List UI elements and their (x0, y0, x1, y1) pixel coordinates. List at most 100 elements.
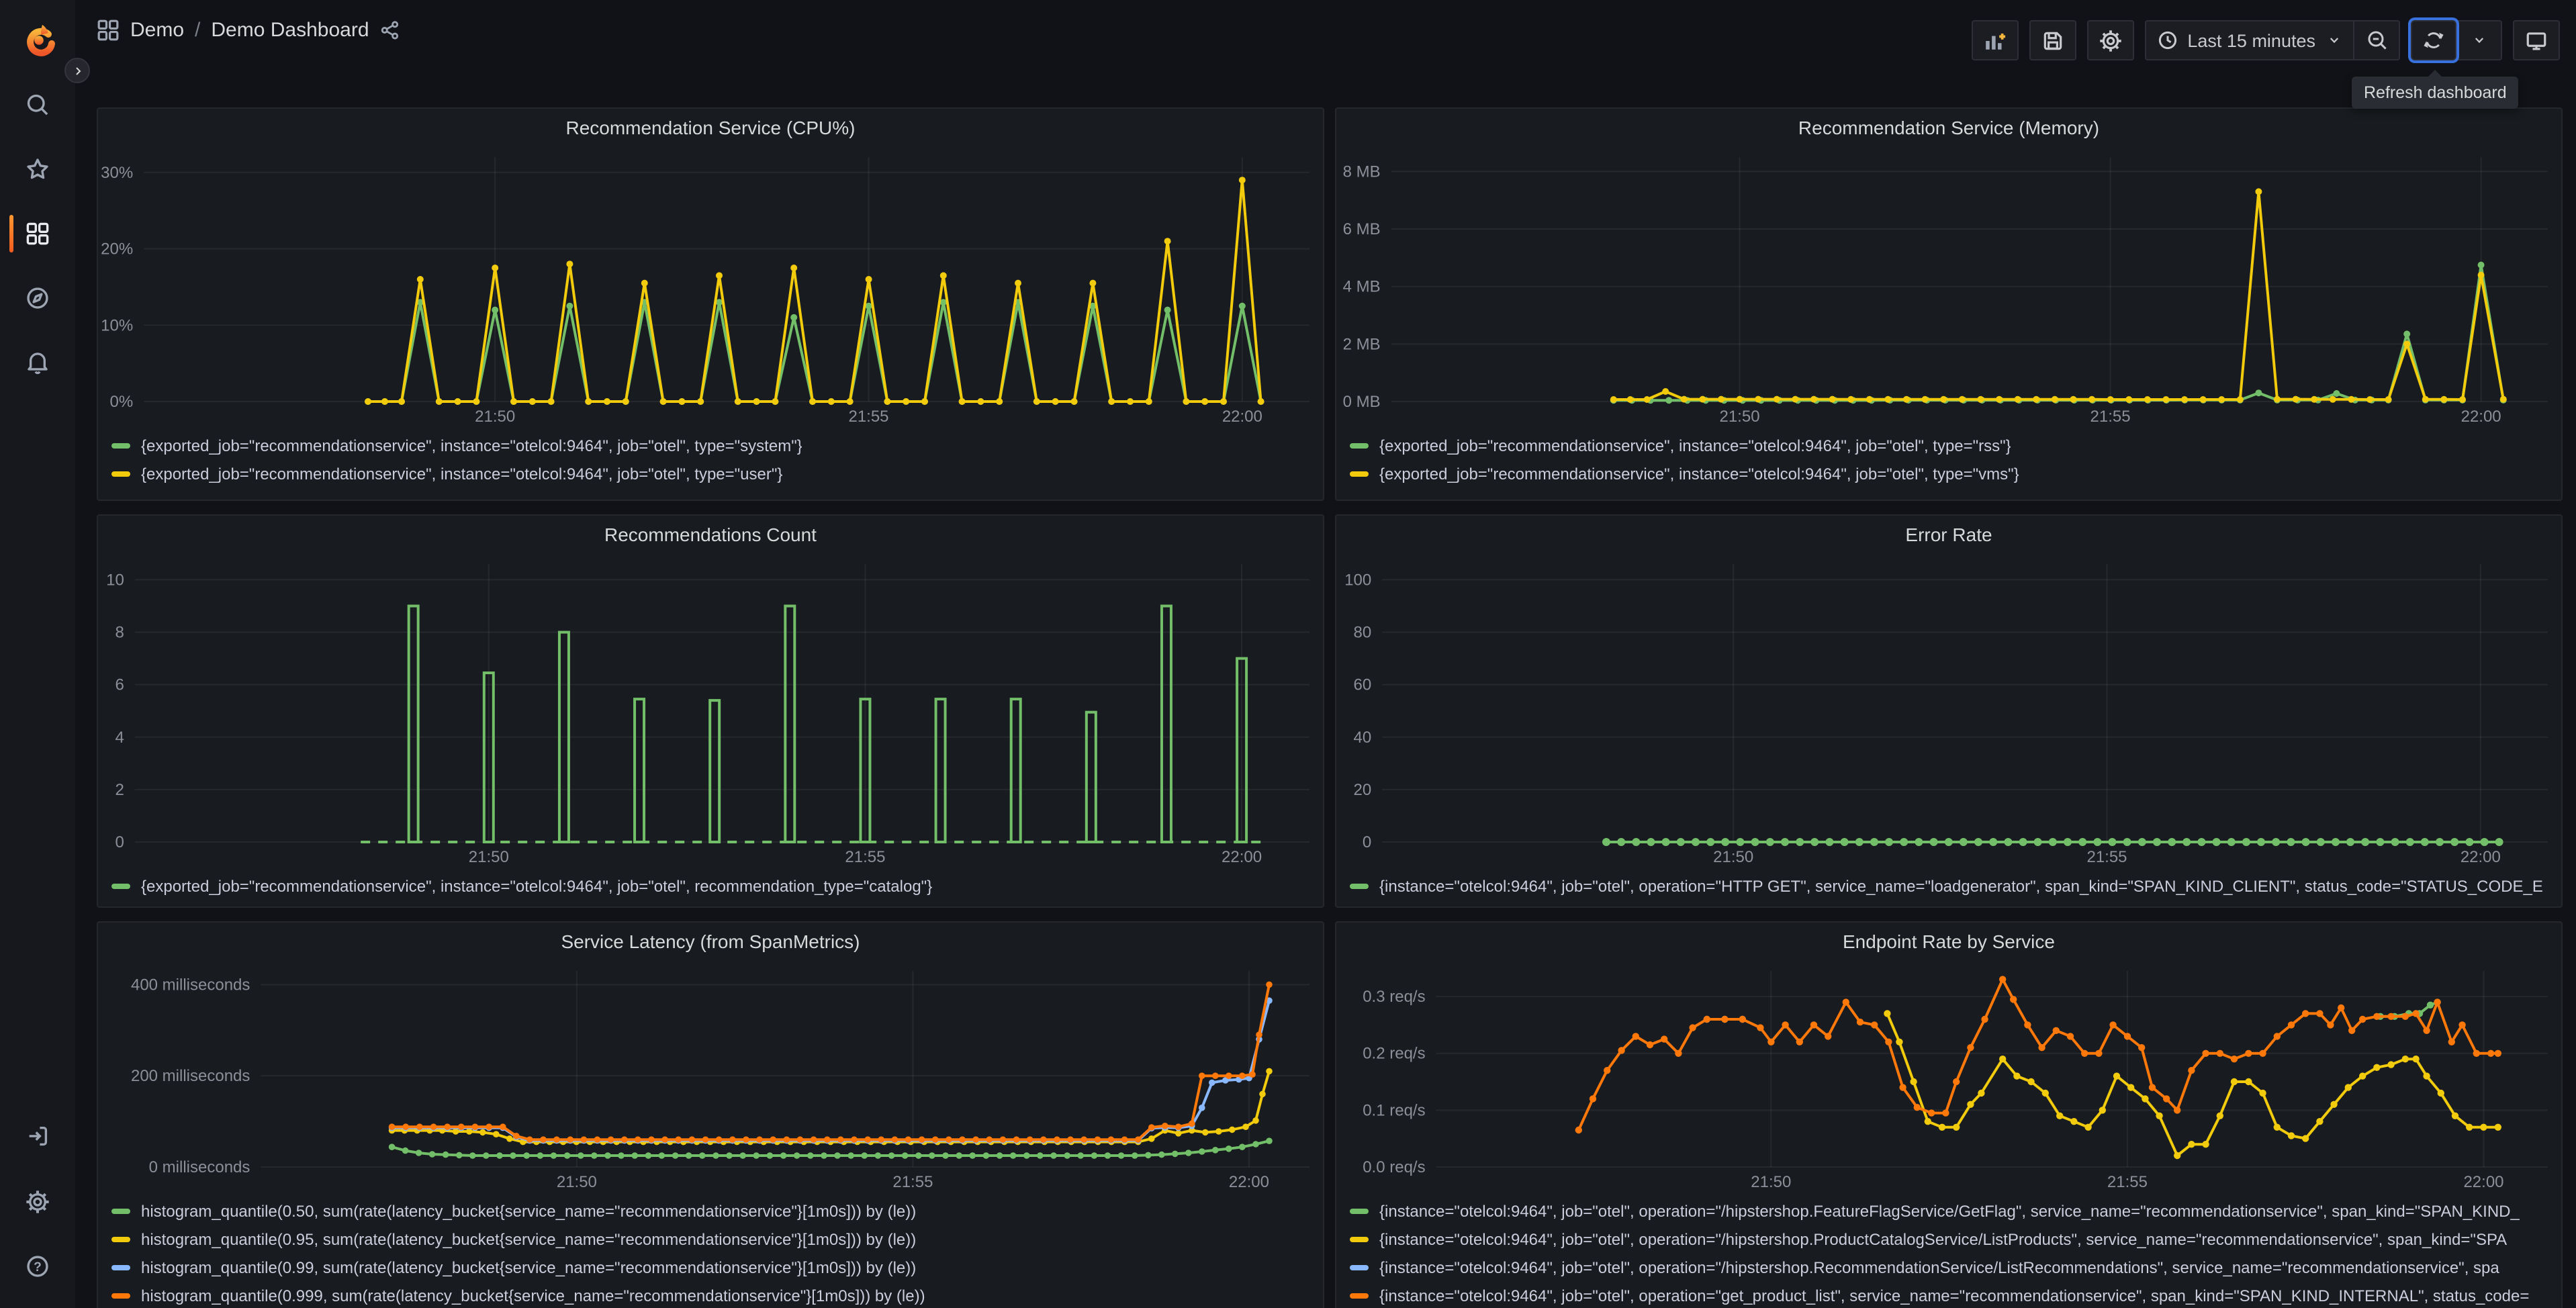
dashboard-settings-button[interactable] (2086, 20, 2134, 60)
svg-text:21:55: 21:55 (2090, 408, 2131, 426)
panel-title[interactable]: Error Rate (1336, 516, 2561, 553)
svg-text:21:50: 21:50 (1751, 1173, 1791, 1191)
legend-item[interactable]: {exported_job="recommendationservice", i… (1350, 431, 2548, 459)
svg-text:40: 40 (1353, 729, 1371, 747)
panel-legend: histogram_quantile(0.50, sum(rate(latenc… (98, 1194, 1323, 1308)
legend-item[interactable]: histogram_quantile(0.50, sum(rate(latenc… (111, 1197, 1309, 1225)
timeseries-chart[interactable]: 21:50 21:55 22:00 0 milliseconds 200 millise… (98, 960, 1323, 1194)
legend-series-color (111, 442, 130, 448)
svg-text:6 MB: 6 MB (1343, 220, 1381, 238)
legend-series-color (111, 1236, 130, 1242)
panel-legend: {exported_job="recommendationservice", i… (98, 428, 1323, 487)
svg-text:80: 80 (1353, 624, 1371, 642)
legend-item[interactable]: {instance="otelcol:9464", job="otel", op… (1350, 1253, 2548, 1281)
top-navigation: Demo / Demo Dashboard Last 15 minutes (75, 0, 2576, 83)
refresh-dashboard-button[interactable] (2411, 20, 2456, 60)
expand-sidebar-button[interactable] (64, 58, 90, 83)
panel-title[interactable]: Endpoint Rate by Service (1336, 923, 2561, 960)
sidebar-item-sign-in[interactable] (0, 1112, 75, 1160)
sign-in-icon (29, 1126, 48, 1146)
timeseries-chart[interactable]: 21:50 21:55 22:00 0.0 req/s 0.1 req/s 0.2 req… (1336, 960, 2561, 1194)
legend-item[interactable]: {exported_job="recommendationservice", i… (111, 872, 1309, 900)
legend-series-color (111, 883, 130, 888)
svg-text:0: 0 (1363, 833, 1371, 851)
timeseries-chart[interactable]: 21:50 21:55 22:00 0 MB 2 MB 4 MB 6 MB 8 MB (1336, 146, 2561, 428)
svg-text:400 milliseconds: 400 milliseconds (131, 976, 250, 994)
svg-text:30%: 30% (101, 164, 133, 182)
apps-icon (97, 19, 119, 41)
svg-text:?: ? (34, 1260, 42, 1274)
svg-text:21:50: 21:50 (475, 408, 515, 426)
sidebar-item-alerting[interactable] (0, 338, 75, 387)
timeseries-chart[interactable]: 21:50 21:55 22:00 0% 10% 20% 30% (98, 146, 1323, 428)
monitor-icon (2526, 32, 2546, 50)
legend-series-name: histogram_quantile(0.95, sum(rate(latenc… (141, 1229, 917, 1248)
tv-kiosk-mode-button[interactable] (2513, 20, 2560, 60)
svg-text:21:50: 21:50 (1713, 848, 1753, 866)
grafana-app: ? Demo / Demo Dashboard Last 15 minutes … (0, 0, 2576, 1308)
legend-item[interactable]: {exported_job="recommendationservice", i… (111, 431, 1309, 459)
search-minus-icon (2367, 31, 2386, 50)
svg-text:8 MB: 8 MB (1343, 162, 1381, 181)
timeseries-chart[interactable]: 21:50 21:55 22:00 0 2 4 6 8 10 (98, 553, 1323, 869)
question-circle-icon: ? (27, 1256, 48, 1277)
svg-text:22:00: 22:00 (2460, 848, 2501, 866)
legend-item[interactable]: {instance="otelcol:9464", job="otel", op… (1350, 1225, 2548, 1253)
panel-title[interactable]: Recommendations Count (98, 516, 1323, 553)
legend-series-color (1350, 1264, 1369, 1270)
panel-endpoint-rate-by-service: Endpoint Rate by Service 21:50 21:55 22:00… (1335, 921, 2563, 1308)
legend-series-name: {exported_job="recommendationservice", i… (141, 464, 783, 483)
svg-text:22:00: 22:00 (1229, 1173, 1269, 1191)
save-dashboard-button[interactable] (2029, 20, 2076, 60)
refresh-tooltip: Refresh dashboard (2352, 70, 2519, 109)
add-panel-button[interactable] (1971, 20, 2019, 60)
panel-title[interactable]: Recommendation Service (Memory) (1336, 109, 2561, 146)
panel-legend: {exported_job="recommendationservice", i… (98, 869, 1323, 900)
sidebar-item-explore[interactable] (0, 274, 75, 322)
sidebar-item-starred[interactable] (0, 145, 75, 193)
panel-title[interactable]: Service Latency (from SpanMetrics) (98, 923, 1323, 960)
panel-title[interactable]: Recommendation Service (CPU%) (98, 109, 1323, 146)
zoom-out-time-range-button[interactable] (2354, 20, 2400, 60)
legend-series-color (111, 1293, 130, 1298)
svg-text:0 milliseconds: 0 milliseconds (149, 1158, 250, 1176)
breadcrumb-page[interactable]: Demo Dashboard (211, 19, 369, 42)
grafana-logo-icon[interactable] (21, 23, 56, 58)
clock-icon (2158, 31, 2176, 50)
time-range-picker-button[interactable]: Last 15 minutes (2144, 20, 2354, 60)
legend-item[interactable]: histogram_quantile(0.95, sum(rate(latenc… (111, 1225, 1309, 1253)
legend-item[interactable]: histogram_quantile(0.999, sum(rate(laten… (111, 1281, 1309, 1308)
svg-text:2: 2 (115, 781, 124, 799)
sidebar-item-help[interactable]: ? (0, 1242, 75, 1291)
timeseries-chart[interactable]: 21:50 21:55 22:00 0 20 40 60 80 100 (1336, 553, 2561, 869)
sidebar-item-dashboards[interactable] (0, 209, 75, 258)
legend-item[interactable]: histogram_quantile(0.99, sum(rate(latenc… (111, 1253, 1309, 1281)
legend-series-name: {instance="otelcol:9464", job="otel", op… (1379, 1229, 2508, 1248)
refresh-interval-button[interactable] (2456, 20, 2502, 60)
legend-item[interactable]: {instance="otelcol:9464", job="otel", op… (1350, 872, 2548, 900)
time-range-label: Last 15 minutes (2187, 30, 2315, 50)
legend-series-color (111, 1208, 130, 1213)
sidebar-item-search[interactable] (0, 81, 75, 129)
active-section-indicator (9, 215, 13, 252)
chevron-down-icon (2474, 38, 2483, 44)
legend-item[interactable]: {instance="otelcol:9464", job="otel", op… (1350, 1197, 2548, 1225)
legend-series-name: histogram_quantile(0.999, sum(rate(laten… (141, 1286, 925, 1305)
legend-series-name: {instance="otelcol:9464", job="otel", op… (1379, 876, 2543, 895)
legend-series-color (1350, 1208, 1369, 1213)
legend-series-name: {instance="otelcol:9464", job="otel", op… (1379, 1258, 2499, 1276)
svg-text:22:00: 22:00 (1222, 848, 1262, 866)
svg-text:0.1 req/s: 0.1 req/s (1363, 1101, 1425, 1119)
legend-item[interactable]: {exported_job="recommendationservice", i… (1350, 459, 2548, 487)
legend-item[interactable]: {exported_job="recommendationservice", i… (111, 459, 1309, 487)
sidebar-item-configuration[interactable] (0, 1178, 75, 1226)
svg-text:22:00: 22:00 (2463, 1173, 2503, 1191)
legend-item[interactable]: {instance="otelcol:9464", job="otel", op… (1350, 1281, 2548, 1308)
legend-series-name: {exported_job="recommendationservice", i… (1379, 464, 2019, 483)
legend-series-color (1350, 442, 1369, 448)
svg-text:20%: 20% (101, 240, 133, 259)
panel-legend: {instance="otelcol:9464", job="otel", op… (1336, 1194, 2561, 1308)
share-alt-icon[interactable] (380, 20, 400, 40)
breadcrumb-section[interactable]: Demo (130, 19, 184, 42)
svg-text:0 MB: 0 MB (1343, 393, 1381, 411)
